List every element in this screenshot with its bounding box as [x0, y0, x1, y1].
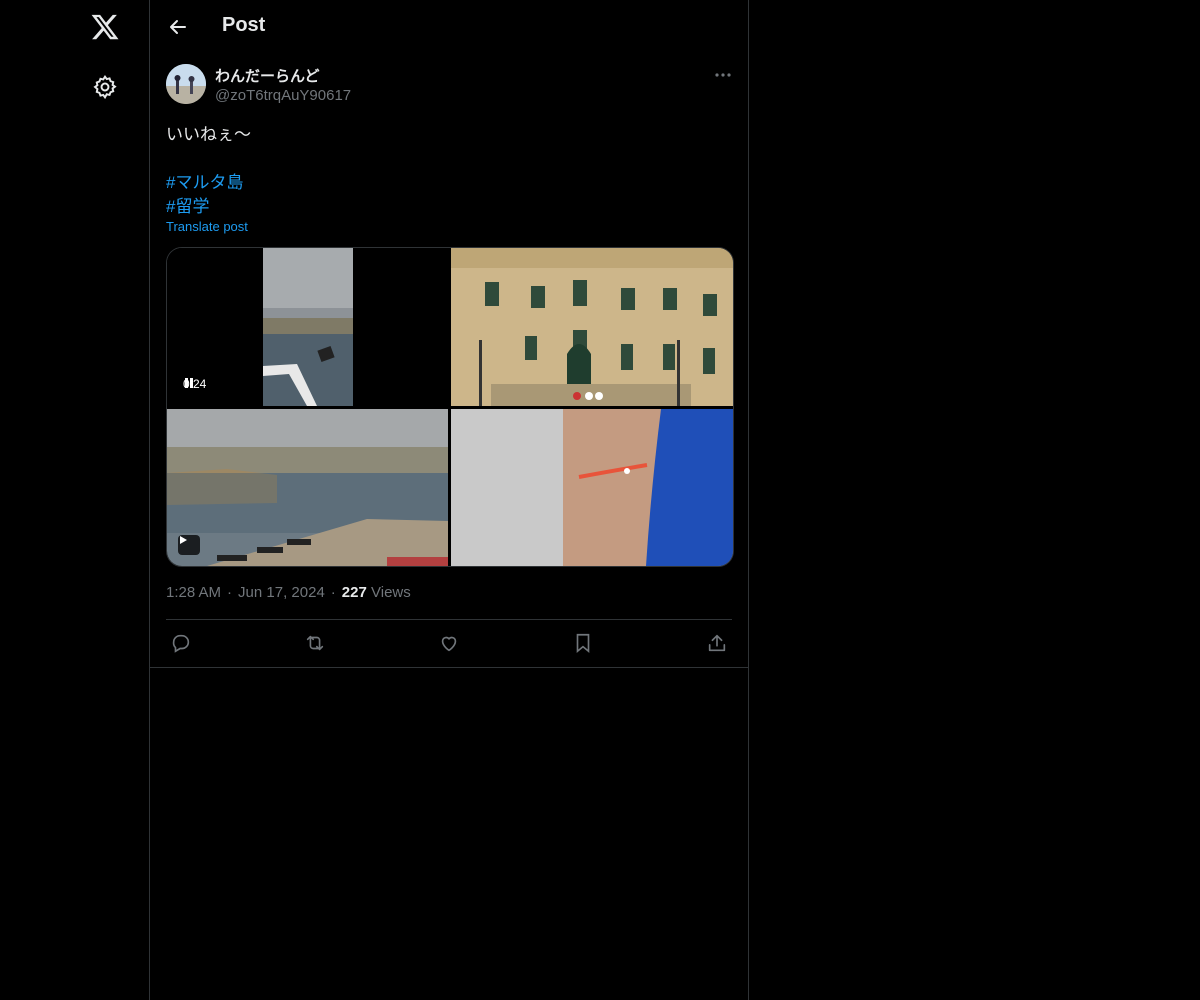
media-image-4[interactable]: [451, 409, 733, 566]
bookmark-icon[interactable]: [572, 632, 594, 654]
pause-icon[interactable]: [183, 377, 195, 389]
x-logo-icon[interactable]: [90, 12, 120, 42]
arrow-left-icon[interactable]: [166, 15, 190, 39]
reply-icon[interactable]: [170, 632, 192, 654]
media-image-2[interactable]: [451, 248, 733, 406]
action-bar: [166, 620, 732, 667]
main-column: Post わんだーらんど @zoT6trqAuY90617 いいねぇ〜 #マルタ…: [149, 0, 749, 1000]
share-icon[interactable]: [706, 632, 728, 654]
author-handle[interactable]: @zoT6trqAuY90617: [215, 87, 351, 104]
post-meta: 1:28 AM · Jun 17, 2024 · 227 Views: [166, 584, 411, 601]
post-time[interactable]: 1:28 AM: [166, 584, 221, 601]
page-title: Post: [222, 14, 266, 36]
translate-post-link[interactable]: Translate post: [166, 219, 248, 234]
media-video-3[interactable]: [167, 409, 448, 566]
gear-icon[interactable]: [92, 74, 118, 100]
avatar[interactable]: [166, 64, 206, 104]
post-text: いいねぇ〜: [166, 125, 251, 144]
hashtag-link[interactable]: #留学: [166, 192, 209, 217]
post-date[interactable]: Jun 17, 2024: [238, 584, 325, 601]
left-rail: [0, 0, 150, 1000]
more-horizontal-icon[interactable]: [712, 66, 734, 84]
media-grid: 0:24: [166, 247, 734, 567]
media-video-1[interactable]: 0:24: [167, 248, 448, 406]
hashtag-link[interactable]: #マルタ島: [166, 168, 243, 193]
repost-icon[interactable]: [304, 632, 326, 654]
author-display-name[interactable]: わんだーらんど: [215, 65, 320, 86]
play-icon[interactable]: [178, 535, 200, 555]
divider: [150, 667, 748, 668]
heart-icon[interactable]: [438, 632, 460, 654]
top-bar: Post: [150, 0, 748, 54]
views-count: 227: [341, 584, 367, 601]
video-controls: 0:24: [183, 377, 206, 391]
views-label: Views: [371, 584, 411, 601]
